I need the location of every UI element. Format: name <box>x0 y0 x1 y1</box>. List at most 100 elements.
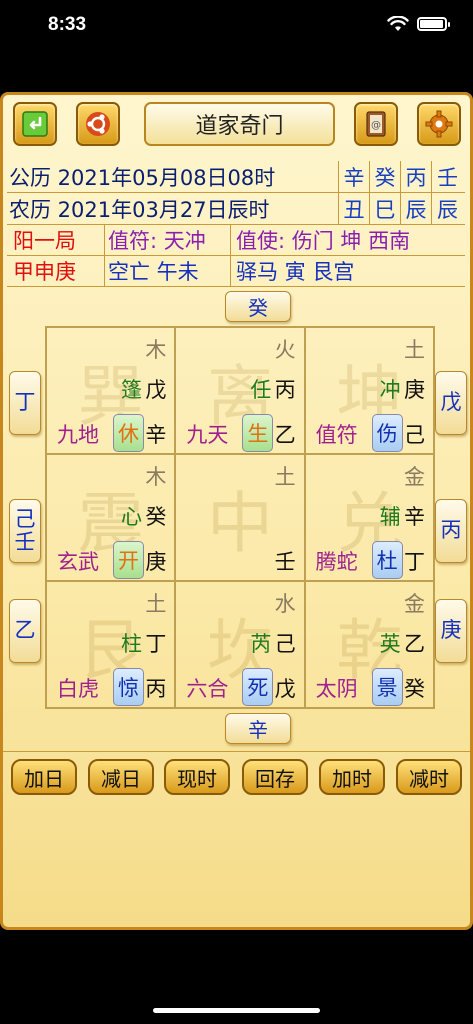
heaven-stem: 丁 <box>145 632 167 656</box>
records-button[interactable]: @ <box>354 102 398 146</box>
wuxing-label: 水 <box>274 592 296 616</box>
status-icons <box>387 16 450 32</box>
back-arrow-icon <box>22 111 48 137</box>
wuxing-label: 木 <box>145 338 167 362</box>
heaven-stem: 辛 <box>403 505 425 529</box>
god-label: 白虎 <box>57 677 99 701</box>
yima-label: 驿马 寅 艮宫 <box>236 260 355 284</box>
right-stem-button-2[interactable]: 丙 <box>435 499 467 563</box>
door-badge: 休 <box>113 414 144 452</box>
wifi-icon <box>387 16 409 31</box>
earth-stem: 己 <box>403 423 425 447</box>
kongwang-label: 空亡 午未 <box>105 256 231 286</box>
wuxing-label: 火 <box>274 338 296 362</box>
earth-stem: 辛 <box>145 423 167 447</box>
save-button[interactable]: 回存 <box>242 759 308 795</box>
palace-cell[interactable]: 离火任丙九天乙生 <box>175 327 305 454</box>
wuxing-label: 木 <box>145 465 167 489</box>
right-stem-button-1[interactable]: 戊 <box>435 371 467 435</box>
god-label: 九天 <box>186 423 229 447</box>
palace-grid: 巽木篷戊九地辛休离火任丙九天乙生坤土冲庚值符己伤震木心癸玄武庚开中土壬兑金辅辛腾… <box>45 326 435 709</box>
heaven-stem: 癸 <box>145 505 167 529</box>
theme-button[interactable] <box>76 102 120 146</box>
god-label: 值符 <box>315 423 358 447</box>
wuxing-label: 金 <box>403 465 425 489</box>
earth-stem: 壬 <box>274 550 296 574</box>
god-label: 腾蛇 <box>315 550 358 574</box>
star-label: 篷 <box>121 378 142 402</box>
palace-cell[interactable]: 坤土冲庚值符己伤 <box>304 327 434 454</box>
month-branch: 巳 <box>370 193 401 224</box>
zhifu-label: 值符: 天冲 <box>105 225 231 255</box>
bottom-stem-button[interactable]: 辛 <box>225 713 291 744</box>
door-badge: 杜 <box>371 541 403 579</box>
gregorian-row: 公历 2021年05月08日08时 辛 癸 丙 壬 <box>7 161 465 193</box>
left-stem-button-3[interactable]: 乙 <box>9 599 41 663</box>
title-button[interactable]: 道家奇门 <box>144 102 335 146</box>
wuxing-label: 土 <box>145 592 167 616</box>
gear-icon <box>425 110 453 138</box>
hour-stem: 壬 <box>437 165 458 190</box>
heaven-stem: 庚 <box>403 378 425 402</box>
qimen-board: 癸 丁 己 壬 乙 戊 丙 庚 巽木篷戊九地辛休离火任丙九天乙生坤土冲庚值符己伤… <box>7 289 467 749</box>
palace-cell[interactable]: 震木心癸玄武庚开 <box>46 454 176 581</box>
battery-icon <box>417 17 450 31</box>
palace-cell[interactable]: 巽木篷戊九地辛休 <box>46 327 176 454</box>
heaven-stem: 丙 <box>274 378 296 402</box>
door-badge: 惊 <box>113 668 144 706</box>
home-indicator[interactable] <box>153 1008 320 1013</box>
contacts-book-icon: @ <box>366 111 386 137</box>
earth-stem: 庚 <box>145 550 167 574</box>
earth-stem: 丙 <box>145 677 167 701</box>
lunar-date: 农历 2021年03月27日辰时 <box>7 193 339 224</box>
now-button[interactable]: 现时 <box>164 759 230 795</box>
wuxing-label: 土 <box>403 338 425 362</box>
add-hour-button[interactable]: 加时 <box>319 759 385 795</box>
right-stem-button-3[interactable]: 庚 <box>435 599 467 663</box>
app-window: 道家奇门 @ 公历 2021年05月08日08时 辛 癸 丙 壬 农历 2021… <box>0 92 473 930</box>
door-badge: 开 <box>113 541 144 579</box>
back-button[interactable] <box>13 102 57 146</box>
god-label: 太阴 <box>315 677 358 701</box>
heaven-stem: 己 <box>274 632 296 656</box>
svg-text:@: @ <box>371 120 381 131</box>
star-label: 心 <box>121 505 142 529</box>
god-label: 六合 <box>186 677 229 701</box>
day-stem: 丙 <box>401 161 432 192</box>
xun-row: 甲申庚 空亡 午未 驿马 寅 艮宫 <box>7 256 465 287</box>
lunar-row: 农历 2021年03月27日辰时 丑 巳 辰 辰 <box>7 193 465 225</box>
earth-stem: 癸 <box>403 677 425 701</box>
wuxing-label: 金 <box>403 592 425 616</box>
palace-cell[interactable]: 兑金辅辛腾蛇丁杜 <box>304 454 434 581</box>
add-day-button[interactable]: 加日 <box>11 759 77 795</box>
gregorian-date: 公历 2021年05月08日08时 <box>7 161 339 192</box>
palace-cell[interactable]: 艮土柱丁白虎丙惊 <box>46 581 176 708</box>
star-label: 柱 <box>121 632 142 656</box>
door-badge: 伤 <box>371 414 403 452</box>
month-stem: 癸 <box>370 161 401 192</box>
door-badge: 死 <box>242 668 274 706</box>
star-label: 英 <box>379 632 401 656</box>
left-stem-button-2[interactable]: 己 壬 <box>9 499 41 563</box>
info-grid: 公历 2021年05月08日08时 辛 癸 丙 壬 农历 2021年03月27日… <box>7 161 465 287</box>
earth-stem: 戊 <box>274 677 296 701</box>
action-bar: 加日 减日 现时 回存 加时 减时 <box>3 751 470 797</box>
xun-label: 甲申庚 <box>7 256 105 286</box>
status-bar: 8:33 <box>0 0 473 60</box>
palace-cell[interactable]: 乾金英乙太阴癸景 <box>304 581 434 708</box>
top-stem-button[interactable]: 癸 <box>225 291 291 322</box>
status-time: 8:33 <box>48 14 87 35</box>
palace-cell[interactable]: 坎水芮己六合戊死 <box>175 581 305 708</box>
wuxing-label: 土 <box>274 465 296 489</box>
palace-cell[interactable]: 中土壬 <box>175 454 305 581</box>
minus-day-button[interactable]: 减日 <box>88 759 154 795</box>
ju-label: 阳一局 <box>7 225 105 255</box>
minus-hour-button[interactable]: 减时 <box>396 759 462 795</box>
star-label: 冲 <box>379 378 401 402</box>
zhishi-label: 值使: 伤门 坤 西南 <box>236 229 411 253</box>
settings-button[interactable] <box>417 102 461 146</box>
left-stem-button-1[interactable]: 丁 <box>9 371 41 435</box>
god-label: 九地 <box>57 423 99 447</box>
day-branch: 辰 <box>401 193 432 224</box>
ubuntu-icon <box>86 112 110 136</box>
